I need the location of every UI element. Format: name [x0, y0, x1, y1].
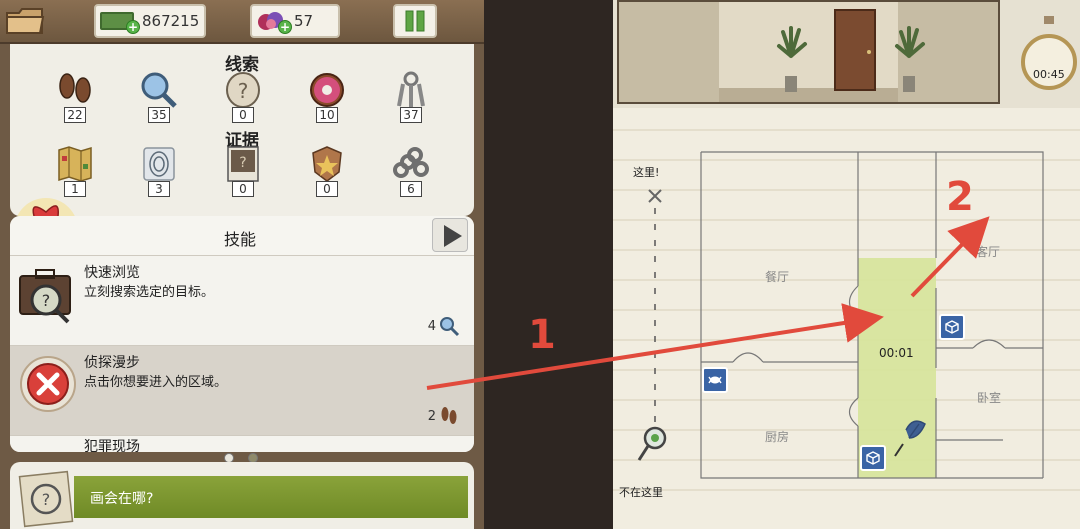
skill-name: 犯罪现场	[84, 439, 140, 452]
fingerprint-icon	[143, 147, 175, 181]
add-gems-icon[interactable]: +	[278, 20, 292, 34]
evidence-brass-knuckles[interactable]: 6	[386, 144, 436, 203]
skills-title: 技能	[223, 230, 256, 249]
case-folder-button[interactable]	[4, 4, 48, 38]
skill-name: 侦探漫步	[84, 355, 140, 371]
skill-description: 立刻搜索选定的目标。	[84, 285, 215, 300]
svg-text:?: ?	[42, 291, 51, 310]
magnifier-icon	[440, 317, 460, 337]
svg-text:?: ?	[239, 155, 246, 171]
task-text: 画会在哪?	[90, 491, 154, 507]
magnifier-icon	[141, 72, 177, 108]
map-icon	[58, 146, 92, 182]
hint-question-icon[interactable]: ?	[16, 470, 76, 528]
clue-count: 22	[64, 107, 86, 123]
skills-header: 技能	[10, 216, 474, 256]
skill-name: 快速浏览	[84, 265, 140, 281]
footprints-icon	[59, 73, 91, 103]
photo-icon: ?	[227, 146, 259, 182]
task-card: ? 画会在哪?	[10, 462, 474, 529]
top-bar: + 867215 + 57	[0, 0, 484, 44]
investigation-panel: + 867215 + 57 线索 22 35 ? 0 10 37 证据 1 3 …	[0, 0, 484, 529]
gems-value: 57	[294, 12, 314, 30]
room-living[interactable]: 客厅	[976, 243, 1000, 260]
room-dining[interactable]: 餐厅	[765, 268, 789, 285]
timer-value: 00:45	[1033, 68, 1065, 81]
pause-icon	[405, 10, 425, 32]
candy-icon	[708, 376, 722, 384]
evidence-photo[interactable]: ? 0	[218, 144, 268, 203]
stopwatch: 00:45	[1021, 14, 1077, 94]
map-marker-box[interactable]	[939, 314, 965, 340]
clues-evidence-card: 线索 22 35 ? 0 10 37 证据 1 3 ? 0 0 6	[10, 44, 474, 216]
cube-icon	[866, 451, 880, 465]
clue-count: 10	[316, 107, 338, 123]
task-banner: 画会在哪?	[74, 476, 468, 518]
clue-count: 35	[148, 107, 170, 123]
room-view-strip: 00:45	[613, 0, 1080, 108]
pause-button[interactable]	[393, 4, 437, 38]
evidence-count: 0	[316, 181, 338, 197]
evidence-count: 0	[232, 181, 254, 197]
badge-icon	[312, 146, 342, 182]
annotation-label-2: 2	[946, 174, 974, 220]
stopwatch-icon	[1021, 16, 1077, 90]
brass-knuckles-icon	[393, 147, 429, 178]
skills-next-button[interactable]	[432, 218, 468, 252]
clue-count: 0	[232, 107, 254, 123]
donut-icon	[310, 73, 344, 107]
footprints-icon	[441, 407, 457, 424]
skill-cost: 4	[428, 315, 460, 337]
folder-icon	[6, 8, 45, 34]
skill-quick-browse[interactable]: ? 快速浏览 立刻搜索选定的目标。 4	[10, 256, 474, 346]
hallway-scene-icon	[619, 2, 998, 102]
keys-icon	[397, 71, 425, 108]
skill-cost: 2	[428, 405, 460, 427]
clue-magnifier[interactable]: 35	[134, 70, 184, 129]
evidence-badge[interactable]: 0	[302, 144, 352, 203]
floor-plan[interactable]	[613, 108, 1080, 529]
annotation-label-1: 1	[528, 312, 556, 358]
skill-cost-value: 4	[427, 318, 436, 334]
gems-counter[interactable]: + 57	[250, 4, 340, 38]
clue-keys[interactable]: 37	[386, 70, 436, 129]
room-view	[617, 0, 1000, 104]
skill-detective-walk[interactable]: 侦探漫步 点击你想要进入的区域。 2	[10, 346, 474, 436]
evidence-count: 3	[148, 181, 170, 197]
clue-count: 37	[400, 107, 422, 123]
svg-text:?: ?	[42, 490, 51, 509]
clue-unknown[interactable]: ? 0	[218, 70, 268, 129]
cancel-icon	[20, 356, 76, 412]
map-marker-box-2[interactable]	[860, 445, 886, 471]
skills-card: 技能 ? 快速浏览 立刻搜索选定的目标。 4 侦探漫步 点击你想要进入的区域。 …	[10, 216, 474, 452]
play-arrow-icon	[444, 225, 462, 247]
money-value: 867215	[142, 12, 200, 30]
evidence-fingerprint[interactable]: 3	[134, 144, 184, 203]
add-money-icon[interactable]: +	[126, 20, 140, 34]
not-here-label: 不在这里	[619, 486, 663, 499]
svg-text:?: ?	[238, 79, 249, 103]
here-label: 这里!	[633, 166, 660, 179]
money-counter[interactable]: + 867215	[94, 4, 206, 38]
clue-footprints[interactable]: 22	[50, 70, 100, 129]
map-panel: 00:45 这里! 不在这里 餐厅 客厅 卧室 厨房 00:01	[613, 0, 1080, 529]
skill-cost-value: 2	[427, 408, 436, 424]
map-marker-candy[interactable]	[702, 367, 728, 393]
briefcase-search-icon: ?	[19, 269, 71, 324]
room-kitchen[interactable]: 厨房	[765, 428, 789, 445]
skill-crime-scene[interactable]: 犯罪现场	[10, 436, 474, 452]
cube-icon	[945, 320, 959, 334]
room-bedroom[interactable]: 卧室	[977, 389, 1001, 406]
skill-description: 点击你想要进入的区域。	[84, 375, 228, 390]
question-stone-icon: ?	[226, 72, 260, 108]
walk-progress-time: 00:01	[879, 346, 914, 360]
evidence-count: 6	[400, 181, 422, 197]
clue-donut[interactable]: 10	[302, 70, 352, 129]
